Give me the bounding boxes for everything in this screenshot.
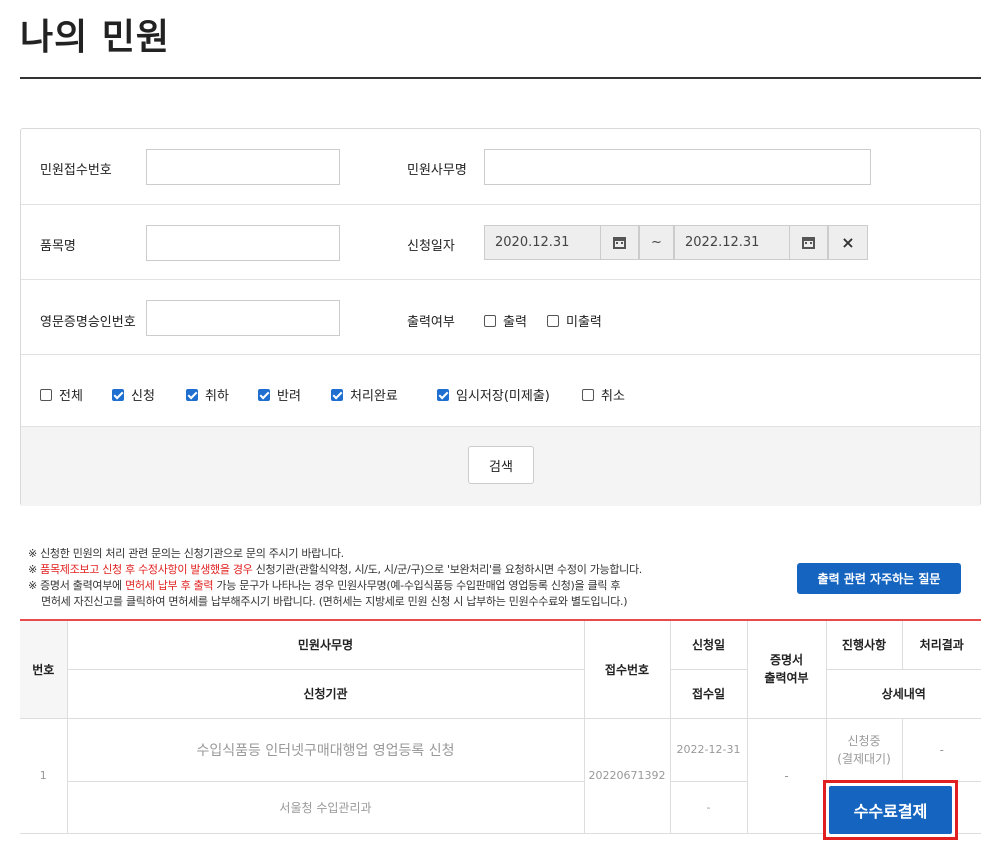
affair-name-input[interactable] [484,149,871,185]
receipt-no-label: 민원접수번호 [40,163,112,178]
date-from-input[interactable]: 2020.12.31 [484,225,601,260]
print-status-label: 출력여부 [407,315,455,330]
status-option-all[interactable]: 전체 [40,385,83,404]
header-result: 처리결과 [901,620,981,670]
apply-date-label: 신청일자 [407,239,455,254]
checkbox-checked[interactable] [112,388,124,401]
header-apply-date: 신청일 [669,620,748,670]
row-receipt-no: 20220671392 [583,717,671,834]
table-header-row: 신청기관 접수일 상세내역 [20,669,981,719]
search-row-item: 품목명 신청일자 2020.12.31 ~ 2022.12.31 × [21,205,980,280]
affair-name-label: 민원사무명 [407,163,467,178]
header-progress: 진행사항 [825,620,903,670]
title-divider [20,77,981,79]
checkbox[interactable] [484,314,496,327]
status-option-draft[interactable]: 임시저장(미제출) [437,385,550,404]
row-progress-status: 신청중 (결제대기) [825,717,903,782]
search-form: 민원접수번호 민원사무명 품목명 신청일자 2020.12.31 ~ 2022.… [20,128,981,506]
notice-line-3: ※ 증명서 출력여부에 면허세 납부 후 출력 가능 문구가 나타나는 경우 민… [28,579,621,592]
row-no: 1 [20,717,68,834]
date-range-separator: ~ [639,225,674,260]
row-result: - [901,717,981,782]
search-row-receipt: 민원접수번호 민원사무명 [21,129,980,205]
checkbox-checked[interactable] [437,388,449,401]
search-row-cert: 영문증명승인번호 출력여부 출력 미출력 [21,280,980,355]
header-cert-print: 증명서 출력여부 [746,620,827,719]
checkbox-checked[interactable] [186,388,198,401]
notice-text: ※ 신청한 민원의 처리 관련 문의는 신청기관으로 문의 주시기 바랍니다. … [28,546,642,610]
notice-highlight: 면허세 납부 후 출력 [125,579,214,592]
print-option-unprinted[interactable]: 미출력 [547,311,602,330]
status-option-completed[interactable]: 처리완료 [331,385,398,404]
print-option-printed[interactable]: 출력 [484,311,527,330]
date-to-input[interactable]: 2022.12.31 [674,225,790,260]
notice-highlight: 품목제조보고 신청 후 수정사항이 발생했을 경우 [40,563,253,576]
header-affair-name: 민원사무명 [66,620,585,670]
table-header-row: 번호 민원사무명 접수번호 신청일 증명서 출력여부 진행사항 처리결과 [20,620,981,719]
item-name-input[interactable] [146,225,340,261]
status-option-rejected[interactable]: 반려 [258,385,301,404]
notice-line-1: ※ 신청한 민원의 처리 관련 문의는 신청기관으로 문의 주시기 바랍니다. [28,547,344,560]
notice-line-4: 면허세 자진신고를 클릭하여 면허세를 납부해주시기 바랍니다. (면허세는 지… [41,595,628,608]
row-receive-date: - [669,780,748,834]
search-button[interactable]: 검색 [468,446,534,484]
header-detail: 상세내역 [825,669,981,719]
checkbox-checked[interactable] [258,388,270,401]
date-from-calendar-button[interactable] [600,225,639,260]
receipt-no-input[interactable] [146,149,340,185]
header-receipt-no: 접수번호 [583,620,671,719]
print-faq-button[interactable]: 출력 관련 자주하는 질문 [797,563,961,594]
pay-button-highlight: 수수료결제 [823,780,958,840]
search-row-status: 전체 신청 취하 반려 처리완료 임시저장(미제출) 취소 [21,355,980,427]
header-receive-date: 접수일 [669,669,748,719]
pay-fee-button[interactable]: 수수료결제 [829,786,952,834]
notice-line-2: ※ 품목제조보고 신청 후 수정사항이 발생했을 경우 신청기관(관할식약청, … [28,563,643,576]
date-to-calendar-button[interactable] [789,225,828,260]
checkbox[interactable] [547,314,559,327]
row-apply-date: 2022-12-31 [669,717,748,782]
cert-no-input[interactable] [146,300,340,336]
checkbox-checked[interactable] [331,388,343,401]
item-name-label: 품목명 [40,239,76,254]
header-no: 번호 [20,620,68,719]
status-option-cancelled[interactable]: 취소 [582,385,625,404]
table-row: 1 수입식품등 인터넷구매대행업 영업등록 신청 20220671392 202… [20,717,981,834]
clear-date-button[interactable]: × [828,225,868,260]
status-option-withdrawn[interactable]: 취하 [186,385,229,404]
header-agency: 신청기관 [67,669,585,719]
row-cert-print: - [746,717,827,834]
row-affair-name-link[interactable]: 수입식품등 인터넷구매대행업 영업등록 신청 [66,717,585,782]
status-option-applied[interactable]: 신청 [112,385,155,404]
row-agency: 서울청 수입관리과 [67,780,585,834]
calendar-icon [802,236,815,249]
calendar-icon [613,236,626,249]
search-button-bar: 검색 [21,427,980,506]
cert-no-label: 영문증명승인번호 [40,315,136,330]
checkbox[interactable] [582,388,594,401]
checkbox[interactable] [40,388,52,401]
page-title: 나의 민원 [20,17,171,58]
